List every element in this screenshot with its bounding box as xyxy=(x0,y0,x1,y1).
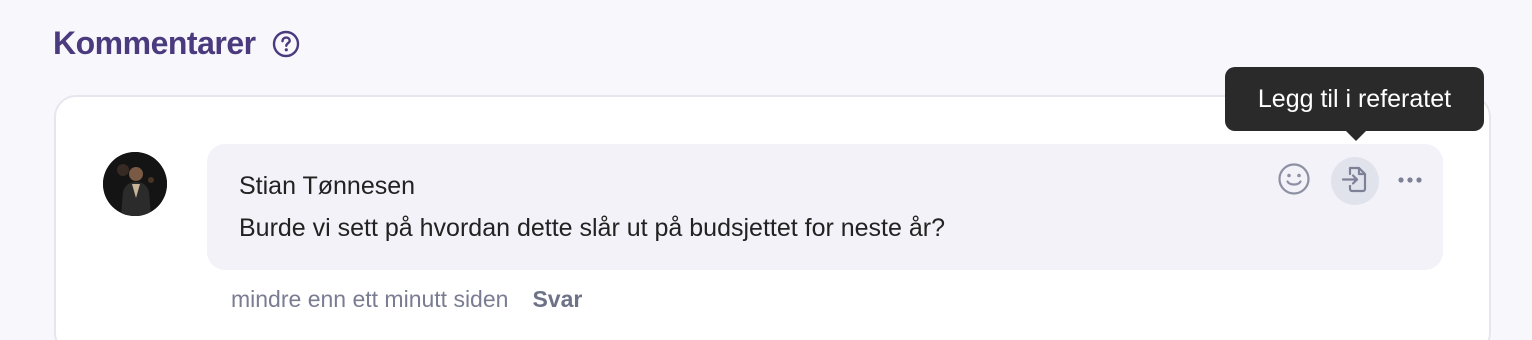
add-to-minutes-icon xyxy=(1339,163,1371,200)
comment-meta: mindre enn ett minutt siden Svar xyxy=(231,286,582,313)
section-header: Kommentarer xyxy=(53,25,300,62)
comments-page: Kommentarer Stian Tønnesen Burde vi sett… xyxy=(0,0,1532,340)
avatar[interactable] xyxy=(103,152,167,216)
add-to-minutes-button[interactable] xyxy=(1331,157,1379,205)
more-horizontal-icon xyxy=(1396,172,1424,190)
more-options-button[interactable] xyxy=(1386,157,1434,205)
add-reaction-button[interactable] xyxy=(1270,157,1318,205)
question-circle-icon[interactable] xyxy=(272,30,300,58)
comment-text: Burde vi sett på hvordan dette slår ut p… xyxy=(239,214,945,242)
section-title: Kommentarer xyxy=(53,25,256,61)
reply-button[interactable]: Svar xyxy=(532,286,582,313)
comment-timestamp: mindre enn ett minutt siden xyxy=(231,286,509,312)
comment-bubble xyxy=(207,144,1443,270)
tooltip: Legg til i referatet xyxy=(1225,67,1484,141)
smiley-icon xyxy=(1277,162,1311,201)
comment-author[interactable]: Stian Tønnesen xyxy=(239,172,415,201)
